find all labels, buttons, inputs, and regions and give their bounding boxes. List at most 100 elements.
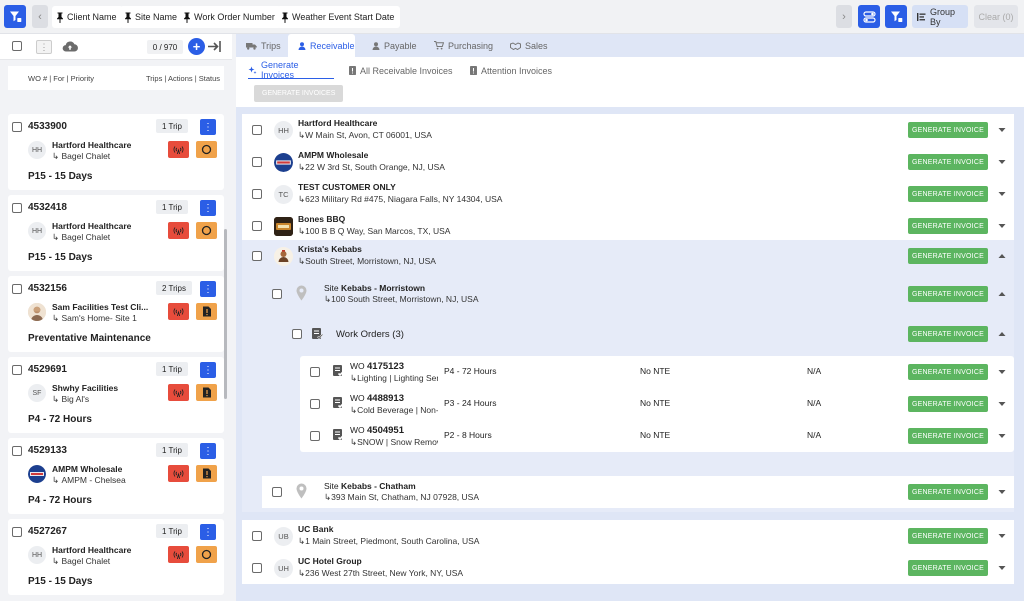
add-work-order-button[interactable]: + (188, 38, 205, 55)
row-checkbox[interactable] (292, 329, 302, 339)
row-checkbox[interactable] (272, 487, 282, 497)
client-row[interactable]: HH Hartford Healthcare ↳W Main St, Avon,… (242, 114, 1014, 146)
row-checkbox[interactable] (252, 125, 262, 135)
chevron-down-icon[interactable] (998, 159, 1006, 165)
row-checkbox[interactable] (310, 399, 320, 409)
trips-badge[interactable]: 1 Trip (156, 119, 189, 133)
row-checkbox[interactable] (252, 563, 262, 573)
work-orders-header[interactable]: Work Orders (3) GENERATE INVOICE (282, 320, 1014, 348)
generate-invoice-button[interactable]: GENERATE INVOICE (908, 218, 988, 234)
filter-chip-site-name[interactable]: Site Name (120, 6, 184, 28)
chips-next-button[interactable]: › (836, 5, 852, 28)
site-row[interactable]: Site Kebabs - Morristown ↳100 South Stre… (262, 278, 1014, 310)
list-actions-button[interactable]: ⋮ (36, 40, 52, 54)
work-order-row[interactable]: WO 4488913 ↳Cold Beverage | Non-Alcoholi… (300, 388, 1014, 420)
work-order-card[interactable]: 4532418 1 Trip ⋮ HH Hartford Healthcare … (8, 195, 224, 271)
work-order-card[interactable]: 4529691 1 Trip ⋮ SF Shwhy Facilities ↳ B… (8, 357, 224, 433)
status-button[interactable] (196, 384, 217, 401)
card-actions-button[interactable]: ⋮ (200, 281, 216, 297)
generate-invoice-button[interactable]: GENERATE INVOICE (908, 364, 988, 380)
trips-badge[interactable]: 2 Trips (156, 281, 193, 295)
chevron-down-icon[interactable] (998, 369, 1006, 375)
card-checkbox[interactable] (12, 446, 22, 456)
chevron-down-icon[interactable] (998, 533, 1006, 539)
trips-badge[interactable]: 1 Trip (156, 443, 189, 457)
tab-trips[interactable]: Trips (246, 34, 281, 57)
client-row[interactable]: UH UC Hotel Group ↳236 West 27th Street,… (242, 552, 1014, 584)
card-actions-button[interactable]: ⋮ (200, 443, 216, 459)
client-row[interactable]: Bones BBQ ↳100 B B Q Way, San Marcos, TX… (242, 210, 1014, 242)
client-row[interactable]: AMPM Wholesale ↳22 W 3rd St, South Orang… (242, 146, 1014, 178)
clear-filters-button[interactable]: Clear (0) (974, 5, 1018, 28)
trips-badge[interactable]: 1 Trip (156, 362, 189, 376)
filter-chip-work-order-number[interactable]: Work Order Number (179, 6, 281, 28)
status-button[interactable] (196, 546, 217, 563)
card-actions-button[interactable]: ⋮ (200, 200, 216, 216)
select-all-checkbox[interactable] (12, 41, 22, 51)
row-checkbox[interactable] (252, 157, 262, 167)
card-actions-button[interactable]: ⋮ (200, 362, 216, 378)
weather-alert-button[interactable] (168, 141, 189, 158)
work-order-card[interactable]: 4532156 2 Trips ⋮ Sam Facilities Test Cl… (8, 276, 224, 352)
weather-alert-button[interactable] (168, 465, 189, 482)
trips-badge[interactable]: 1 Trip (156, 524, 189, 538)
chips-prev-button[interactable]: ‹ (32, 5, 48, 28)
chevron-down-icon[interactable] (998, 223, 1006, 229)
generate-invoice-button[interactable]: GENERATE INVOICE (908, 248, 988, 264)
card-checkbox[interactable] (12, 203, 22, 213)
group-by-button[interactable]: Group By (912, 5, 968, 28)
toggle-view-button[interactable] (858, 5, 880, 28)
card-checkbox[interactable] (12, 527, 22, 537)
row-checkbox[interactable] (310, 431, 320, 441)
row-checkbox[interactable] (252, 531, 262, 541)
status-button[interactable] (196, 465, 217, 482)
card-checkbox[interactable] (12, 284, 22, 294)
row-checkbox[interactable] (252, 221, 262, 231)
chevron-down-icon[interactable] (998, 127, 1006, 133)
subtab-all-receivable-invoices[interactable]: All Receivable Invoices (349, 62, 453, 79)
generate-invoice-button[interactable]: GENERATE INVOICE (908, 396, 988, 412)
generate-invoice-button[interactable]: GENERATE INVOICE (908, 326, 988, 342)
site-row[interactable]: Site Kebabs - Chatham ↳393 Main St, Chat… (262, 476, 1014, 508)
generate-invoice-button[interactable]: GENERATE INVOICE (908, 428, 988, 444)
cloud-upload-button[interactable] (62, 41, 78, 52)
chevron-down-icon[interactable] (998, 191, 1006, 197)
work-order-card[interactable]: 4533900 1 Trip ⋮ HH Hartford Healthcare … (8, 114, 224, 190)
status-button[interactable] (196, 141, 217, 158)
row-checkbox[interactable] (310, 367, 320, 377)
generate-invoice-button[interactable]: GENERATE INVOICE (908, 484, 988, 500)
row-checkbox[interactable] (252, 189, 262, 199)
client-row[interactable]: TC TEST CUSTOMER ONLY ↳623 Military Rd #… (242, 178, 1014, 210)
work-order-row[interactable]: WO 4175123 ↳Lighting | Lighting Service … (300, 356, 1014, 388)
chevron-down-icon[interactable] (998, 401, 1006, 407)
chevron-up-icon[interactable] (998, 331, 1006, 337)
generate-invoice-button[interactable]: GENERATE INVOICE (908, 154, 988, 170)
weather-alert-button[interactable] (168, 384, 189, 401)
generate-invoice-button[interactable]: GENERATE INVOICE (908, 122, 988, 138)
weather-alert-button[interactable] (168, 546, 189, 563)
tab-payable[interactable]: Payable (372, 34, 417, 57)
work-order-card[interactable]: 4529133 1 Trip ⋮ AMPM Wholesale ↳ AMPM -… (8, 438, 224, 514)
filter-chip-weather-event-start-date[interactable]: Weather Event Start Date (277, 6, 401, 28)
generate-invoice-button[interactable]: GENERATE INVOICE (908, 560, 988, 576)
chevron-up-icon[interactable] (998, 253, 1006, 259)
subtab-generate-invoices[interactable]: Generate Invoices (248, 60, 334, 80)
filter-config-button[interactable] (885, 5, 907, 28)
card-checkbox[interactable] (12, 365, 22, 375)
filter-settings-button[interactable] (4, 5, 26, 28)
card-actions-button[interactable]: ⋮ (200, 524, 216, 540)
tab-sales[interactable]: Sales (510, 34, 548, 57)
card-actions-button[interactable]: ⋮ (200, 119, 216, 135)
list-scrollbar[interactable] (224, 229, 227, 399)
weather-alert-button[interactable] (168, 303, 189, 320)
tab-purchasing[interactable]: Purchasing (434, 34, 493, 57)
client-row-expanded[interactable]: Krista's Kebabs ↳South Street, Morristow… (242, 240, 1014, 272)
generate-invoice-button[interactable]: GENERATE INVOICE (908, 528, 988, 544)
trips-badge[interactable]: 1 Trip (156, 200, 189, 214)
generate-invoice-button[interactable]: GENERATE INVOICE (908, 186, 988, 202)
chevron-up-icon[interactable] (998, 291, 1006, 297)
row-checkbox[interactable] (272, 289, 282, 299)
row-checkbox[interactable] (252, 251, 262, 261)
weather-alert-button[interactable] (168, 222, 189, 239)
generate-invoice-button[interactable]: GENERATE INVOICE (908, 286, 988, 302)
